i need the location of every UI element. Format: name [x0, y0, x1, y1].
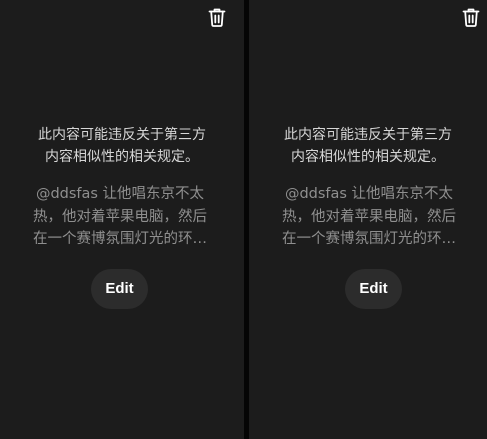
warning-line: 内容相似性的相关规定。 — [45, 149, 199, 165]
trash-icon[interactable] — [462, 7, 480, 27]
trash-icon[interactable] — [208, 7, 226, 27]
prompt-line: 热，他对着苹果电脑，然后 — [33, 208, 207, 225]
prompt-line: 在一个赛博氛围灯光的环… — [33, 231, 207, 247]
result-card-1: 此内容可能违反关于第三方 内容相似性的相关规定。 @ddsfas 让他唱东京不太… — [0, 0, 244, 439]
prompt-line: @ddsfas 让他唱东京不太 — [284, 186, 454, 202]
warning-line: 此内容可能违反关于第三方 — [284, 127, 452, 143]
policy-warning: 此内容可能违反关于第三方 内容相似性的相关规定。 — [0, 124, 244, 168]
prompt-line: @ddsfas 让他唱东京不太 — [35, 186, 205, 202]
warning-line: 此内容可能违反关于第三方 — [38, 127, 206, 143]
edit-button[interactable]: Edit — [345, 269, 402, 309]
result-card-2: 此内容可能违反关于第三方 内容相似性的相关规定。 @ddsfas 让他唱东京不太… — [249, 0, 487, 439]
prompt-text: @ddsfas 让他唱东京不太 热，他对着苹果电脑，然后 在一个赛博氛围灯光的环… — [269, 183, 469, 251]
policy-warning: 此内容可能违反关于第三方 内容相似性的相关规定。 — [249, 124, 487, 168]
prompt-line: 热，他对着苹果电脑，然后 — [282, 208, 456, 225]
prompt-text: @ddsfas 让他唱东京不太 热，他对着苹果电脑，然后 在一个赛博氛围灯光的环… — [20, 183, 220, 251]
warning-line: 内容相似性的相关规定。 — [291, 149, 445, 165]
edit-button[interactable]: Edit — [91, 269, 148, 309]
prompt-line: 在一个赛博氛围灯光的环… — [282, 231, 456, 247]
